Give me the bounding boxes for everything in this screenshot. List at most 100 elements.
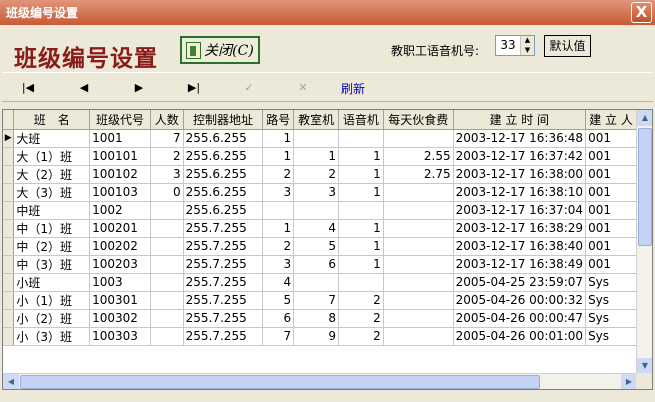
table-cell[interactable]: 2005-04-26 00:00:32 [453, 291, 587, 310]
column-header[interactable]: 语音机 [338, 110, 384, 130]
table-row[interactable]: 大（2）班 100102 3 255.6.255 2 2 1 2.75 2003-12-17 1… [3, 165, 637, 184]
horizontal-scroll-thumb[interactable] [20, 375, 540, 389]
table-cell[interactable]: 1 [338, 147, 384, 166]
table-row[interactable]: 中（2）班 100202 255.7.255 2 5 1 2003-12-17 16:38:… [3, 237, 637, 256]
table-cell[interactable]: 大（1）班 [13, 147, 91, 166]
table-cell[interactable] [150, 291, 184, 310]
table-cell[interactable]: 1 [262, 219, 295, 238]
table-cell[interactable]: 中（3）班 [13, 255, 91, 274]
table-cell[interactable]: 255.6.255 [183, 165, 264, 184]
table-cell[interactable]: 001 [585, 129, 637, 148]
table-cell[interactable]: 2.55 [383, 147, 454, 166]
table-cell[interactable] [338, 201, 384, 220]
table-cell[interactable]: 001 [585, 255, 637, 274]
table-cell[interactable]: 100102 [89, 165, 151, 184]
table-cell[interactable]: 大（2）班 [13, 165, 91, 184]
table-cell[interactable]: 255.6.255 [183, 147, 264, 166]
table-row[interactable]: 小班 1003 255.7.255 4 2005-04-25 23:59:07 Sys [3, 273, 637, 292]
table-cell[interactable]: 001 [585, 147, 637, 166]
column-header[interactable]: 建 立 人 [585, 110, 637, 130]
table-cell[interactable]: 0 [150, 183, 184, 202]
table-row[interactable]: 小（2）班 100302 255.7.255 6 8 2 2005-04-26 00:00:… [3, 309, 637, 328]
table-cell[interactable]: 2003-12-17 16:38:29 [453, 219, 587, 238]
table-cell[interactable] [383, 201, 454, 220]
table-cell[interactable] [383, 291, 454, 310]
table-cell[interactable]: 100101 [89, 147, 151, 166]
table-cell[interactable]: 1 [262, 147, 295, 166]
table-cell[interactable] [150, 309, 184, 328]
next-record-icon[interactable]: ▶ [129, 79, 149, 97]
table-cell[interactable]: 100103 [89, 183, 151, 202]
table-cell[interactable] [150, 237, 184, 256]
table-cell[interactable]: 中班 [13, 201, 91, 220]
table-cell[interactable]: 255.6.255 [183, 183, 264, 202]
table-row[interactable]: 大（1）班 100101 2 255.6.255 1 1 1 2.55 2003-12-17 1… [3, 147, 637, 166]
table-cell[interactable]: Sys [585, 291, 637, 310]
table-cell[interactable]: 小班 [13, 273, 91, 292]
table-cell[interactable]: 1 [338, 165, 384, 184]
table-cell[interactable]: 255.7.255 [183, 219, 264, 238]
table-cell[interactable] [383, 183, 454, 202]
table-cell[interactable]: 100301 [89, 291, 151, 310]
table-cell[interactable]: 2 [262, 237, 295, 256]
table-cell[interactable]: 100303 [89, 327, 151, 346]
table-cell[interactable]: 100201 [89, 219, 151, 238]
table-row[interactable]: 中班 1002 255.6.255 2003-12-17 16:37:04 001 [3, 201, 637, 220]
table-row[interactable]: 小（1）班 100301 255.7.255 5 7 2 2005-04-26 00:00:… [3, 291, 637, 310]
table-cell[interactable] [262, 201, 295, 220]
table-cell[interactable]: 7 [262, 327, 295, 346]
table-cell[interactable]: 255.7.255 [183, 309, 264, 328]
table-cell[interactable] [383, 309, 454, 328]
table-cell[interactable] [383, 255, 454, 274]
table-cell[interactable]: 2 [293, 165, 339, 184]
table-cell[interactable]: 6 [262, 309, 295, 328]
table-cell[interactable]: 5 [262, 291, 295, 310]
scroll-left-icon[interactable]: ◀ [3, 374, 19, 389]
table-cell[interactable]: 3 [262, 255, 295, 274]
table-cell[interactable]: 1003 [89, 273, 151, 292]
table-cell[interactable] [150, 327, 184, 346]
vertical-scrollbar[interactable]: ▲ ▼ [636, 110, 652, 374]
table-cell[interactable]: Sys [585, 309, 637, 328]
cancel-x-icon[interactable]: ✕ [293, 79, 313, 97]
column-header[interactable]: 教室机 [293, 110, 339, 130]
table-cell[interactable] [150, 273, 184, 292]
column-header[interactable]: 班 名 [13, 110, 91, 130]
vertical-scroll-thumb[interactable] [638, 128, 652, 246]
table-cell[interactable]: 255.7.255 [183, 291, 264, 310]
table-cell[interactable]: 2 [150, 147, 184, 166]
table-cell[interactable]: 001 [585, 219, 637, 238]
column-header[interactable]: 班级代号 [89, 110, 151, 130]
table-cell[interactable]: 8 [293, 309, 339, 328]
refresh-button[interactable]: 刷新 [341, 80, 365, 97]
table-cell[interactable]: 1 [262, 129, 295, 148]
table-cell[interactable]: 255.7.255 [183, 327, 264, 346]
table-cell[interactable]: 大班 [13, 129, 91, 148]
table-cell[interactable]: 1 [338, 183, 384, 202]
table-cell[interactable]: 3 [262, 183, 295, 202]
scroll-down-icon[interactable]: ▼ [637, 358, 652, 374]
table-cell[interactable]: 001 [585, 237, 637, 256]
table-cell[interactable]: 1 [293, 147, 339, 166]
default-value-button[interactable]: 默认值 [544, 35, 591, 57]
table-cell[interactable]: 小（2）班 [13, 309, 91, 328]
table-cell[interactable]: Sys [585, 327, 637, 346]
table-cell[interactable]: 2 [338, 327, 384, 346]
table-cell[interactable] [383, 219, 454, 238]
table-row[interactable]: 中（1）班 100201 255.7.255 1 4 1 2003-12-17 16:38:… [3, 219, 637, 238]
column-header[interactable]: 人数 [150, 110, 184, 130]
table-cell[interactable]: 7 [150, 129, 184, 148]
table-cell[interactable]: 小（1）班 [13, 291, 91, 310]
column-header[interactable]: 控制器地址 [183, 110, 264, 130]
table-cell[interactable]: 3 [293, 183, 339, 202]
table-cell[interactable] [293, 201, 339, 220]
first-record-icon[interactable]: |◀ [18, 79, 38, 97]
table-cell[interactable] [338, 129, 384, 148]
table-cell[interactable] [150, 201, 184, 220]
stepper-down-icon[interactable]: ▼ [521, 45, 534, 55]
table-cell[interactable]: 2003-12-17 16:38:10 [453, 183, 587, 202]
table-cell[interactable]: 2005-04-25 23:59:07 [453, 273, 587, 292]
column-header[interactable]: 路号 [262, 110, 295, 130]
table-cell[interactable]: 2005-04-26 00:00:47 [453, 309, 587, 328]
column-header[interactable]: 每天伙食费 [383, 110, 454, 130]
